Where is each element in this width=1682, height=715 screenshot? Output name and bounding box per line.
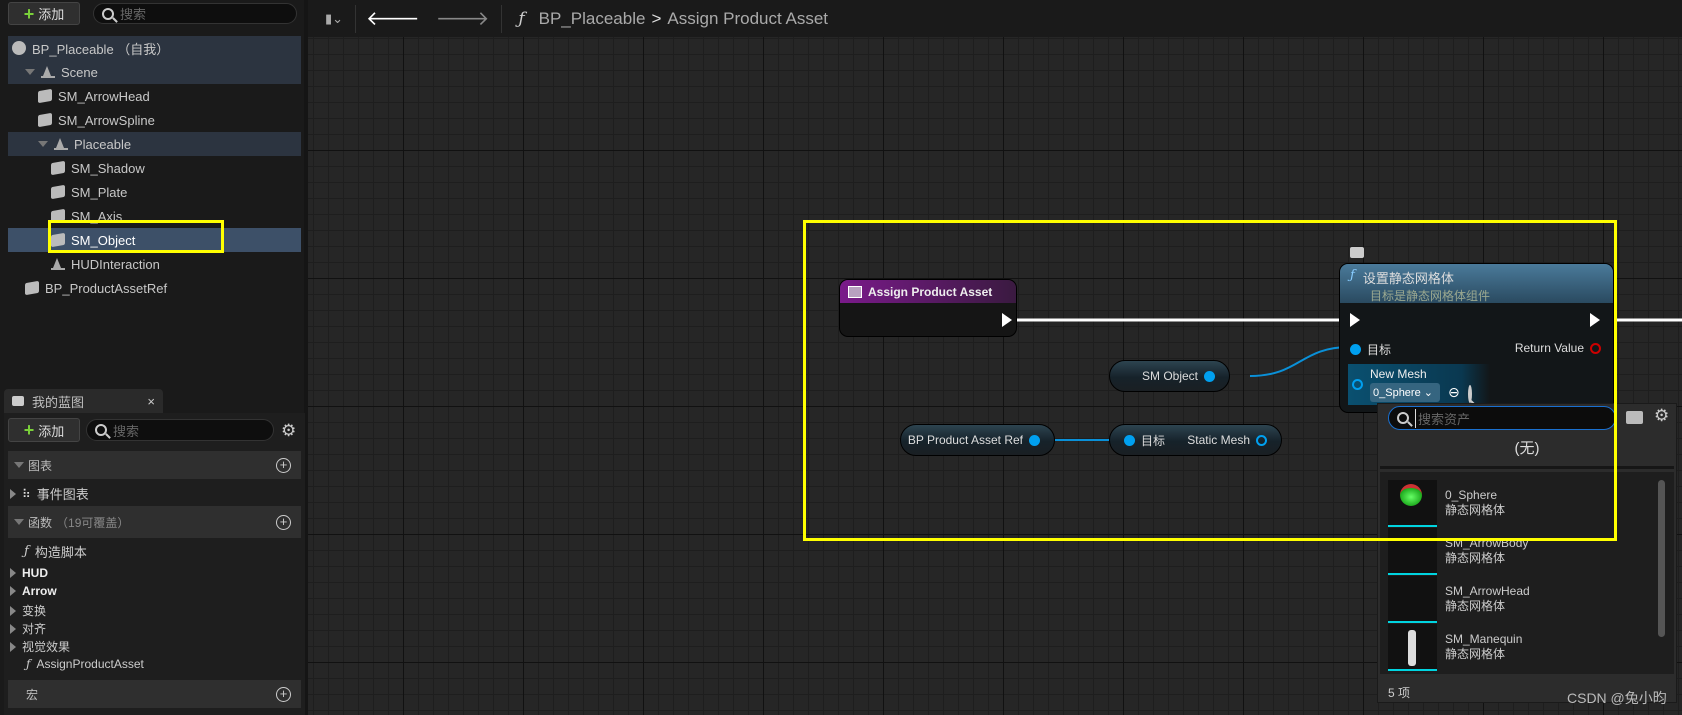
asset-item[interactable]: SM_Manequin 静态网格体 — [1388, 624, 1646, 671]
mannequin-thumbnail — [1408, 630, 1416, 666]
watermark: CSDN @兔小昀 — [1567, 690, 1667, 706]
settings-gear-icon[interactable]: ⚙ — [1654, 406, 1669, 426]
item-count: 5 项 — [1388, 686, 1411, 700]
asset-thumbnail — [1388, 624, 1437, 671]
asset-item[interactable]: SM_ArrowHead 静态网格体 — [1388, 576, 1646, 623]
highlight-box-sm-object — [48, 220, 224, 253]
scrollbar[interactable] — [1658, 480, 1665, 637]
highlight-box-graph — [803, 220, 1617, 541]
folder-icon[interactable] — [1626, 411, 1643, 424]
asset-thumbnail — [1388, 576, 1437, 623]
